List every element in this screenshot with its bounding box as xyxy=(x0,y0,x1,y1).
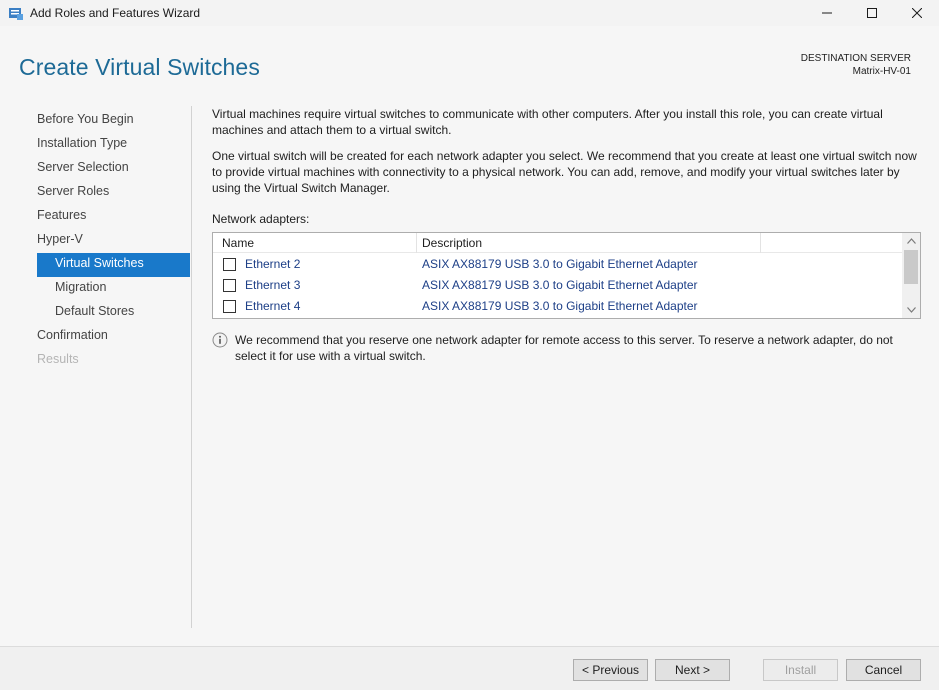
scroll-down-button[interactable] xyxy=(902,302,920,318)
adapter-description: ASIX AX88179 USB 3.0 to Gigabit Ethernet… xyxy=(422,278,698,292)
nav-item-migration[interactable]: Migration xyxy=(37,277,190,301)
next-button[interactable]: Next > xyxy=(655,659,730,681)
table-row[interactable]: Ethernet 4 ASIX AX88179 USB 3.0 to Gigab… xyxy=(213,296,902,317)
column-separator[interactable] xyxy=(416,233,417,253)
column-separator[interactable] xyxy=(760,233,761,253)
nav-item-confirmation[interactable]: Confirmation xyxy=(37,325,190,349)
adapter-checkbox[interactable] xyxy=(223,300,236,313)
adapter-name: Ethernet 4 xyxy=(245,299,301,313)
adapter-checkbox[interactable] xyxy=(223,279,236,292)
destination-server: DESTINATION SERVER Matrix-HV-01 xyxy=(801,52,911,78)
page-title: Create Virtual Switches xyxy=(19,54,260,80)
nav-item-server-selection[interactable]: Server Selection xyxy=(37,157,190,181)
destination-label: DESTINATION SERVER xyxy=(800,53,911,64)
info-text: We recommend that you reserve one networ… xyxy=(235,333,893,363)
main-pane: Virtual machines require virtual switche… xyxy=(212,106,924,226)
nav-item-results: Results xyxy=(37,352,79,366)
window-title: Add Roles and Features Wizard xyxy=(30,6,201,20)
adapter-checkbox[interactable] xyxy=(223,258,236,271)
network-adapters-label: Network adapters: xyxy=(212,212,310,226)
maximize-button[interactable] xyxy=(849,0,895,26)
column-header-name[interactable]: Name xyxy=(222,236,254,250)
adapter-name: Ethernet 3 xyxy=(245,278,301,292)
nav-divider xyxy=(191,106,192,628)
intro-paragraph: Virtual machines require virtual switche… xyxy=(212,107,883,137)
install-button: Install xyxy=(763,659,838,681)
wizard-nav: Before You Begin Installation Type Serve… xyxy=(37,109,190,373)
list-scrollbar[interactable] xyxy=(902,233,920,318)
maximize-icon xyxy=(867,8,877,18)
wizard-window: Add Roles and Features Wizard Create Vir… xyxy=(0,0,939,690)
close-button[interactable] xyxy=(894,0,939,26)
nav-item-features[interactable]: Features xyxy=(37,205,190,229)
network-adapters-list[interactable]: Name Description Ethernet 2 ASIX AX88179… xyxy=(212,232,921,319)
minimize-icon xyxy=(822,12,832,14)
scroll-up-button[interactable] xyxy=(902,233,920,249)
title-bar[interactable]: Add Roles and Features Wizard xyxy=(0,0,939,26)
chevron-up-icon xyxy=(906,238,916,244)
list-header: Name Description xyxy=(213,233,902,253)
detail-paragraph: One virtual switch will be created for e… xyxy=(212,149,917,195)
close-icon xyxy=(912,8,922,18)
table-row[interactable]: Ethernet 3 ASIX AX88179 USB 3.0 to Gigab… xyxy=(213,275,902,296)
destination-server-name: Matrix-HV-01 xyxy=(852,66,911,77)
info-icon xyxy=(212,332,228,348)
nav-item-hyper-v[interactable]: Hyper-V xyxy=(37,229,190,253)
nav-item-before-you-begin[interactable]: Before You Begin xyxy=(37,109,190,133)
scroll-thumb[interactable] xyxy=(904,250,918,284)
nav-item-installation-type[interactable]: Installation Type xyxy=(37,133,190,157)
server-manager-icon xyxy=(9,8,23,20)
adapter-name: Ethernet 2 xyxy=(245,257,301,271)
nav-item-virtual-switches[interactable]: Virtual Switches xyxy=(37,253,190,277)
chevron-down-icon xyxy=(906,307,916,313)
column-header-description[interactable]: Description xyxy=(422,236,482,250)
table-row[interactable]: Ethernet 2 ASIX AX88179 USB 3.0 to Gigab… xyxy=(213,254,902,275)
previous-button[interactable]: < Previous xyxy=(573,659,648,681)
minimize-button[interactable] xyxy=(804,0,850,26)
adapter-description: ASIX AX88179 USB 3.0 to Gigabit Ethernet… xyxy=(422,299,698,313)
nav-item-server-roles[interactable]: Server Roles xyxy=(37,181,190,205)
adapter-description: ASIX AX88179 USB 3.0 to Gigabit Ethernet… xyxy=(422,257,698,271)
wizard-footer: < Previous Next > Install Cancel xyxy=(0,646,939,690)
wizard-content: Create Virtual Switches DESTINATION SERV… xyxy=(0,26,939,646)
nav-item-default-stores[interactable]: Default Stores xyxy=(37,301,190,325)
cancel-button[interactable]: Cancel xyxy=(846,659,921,681)
